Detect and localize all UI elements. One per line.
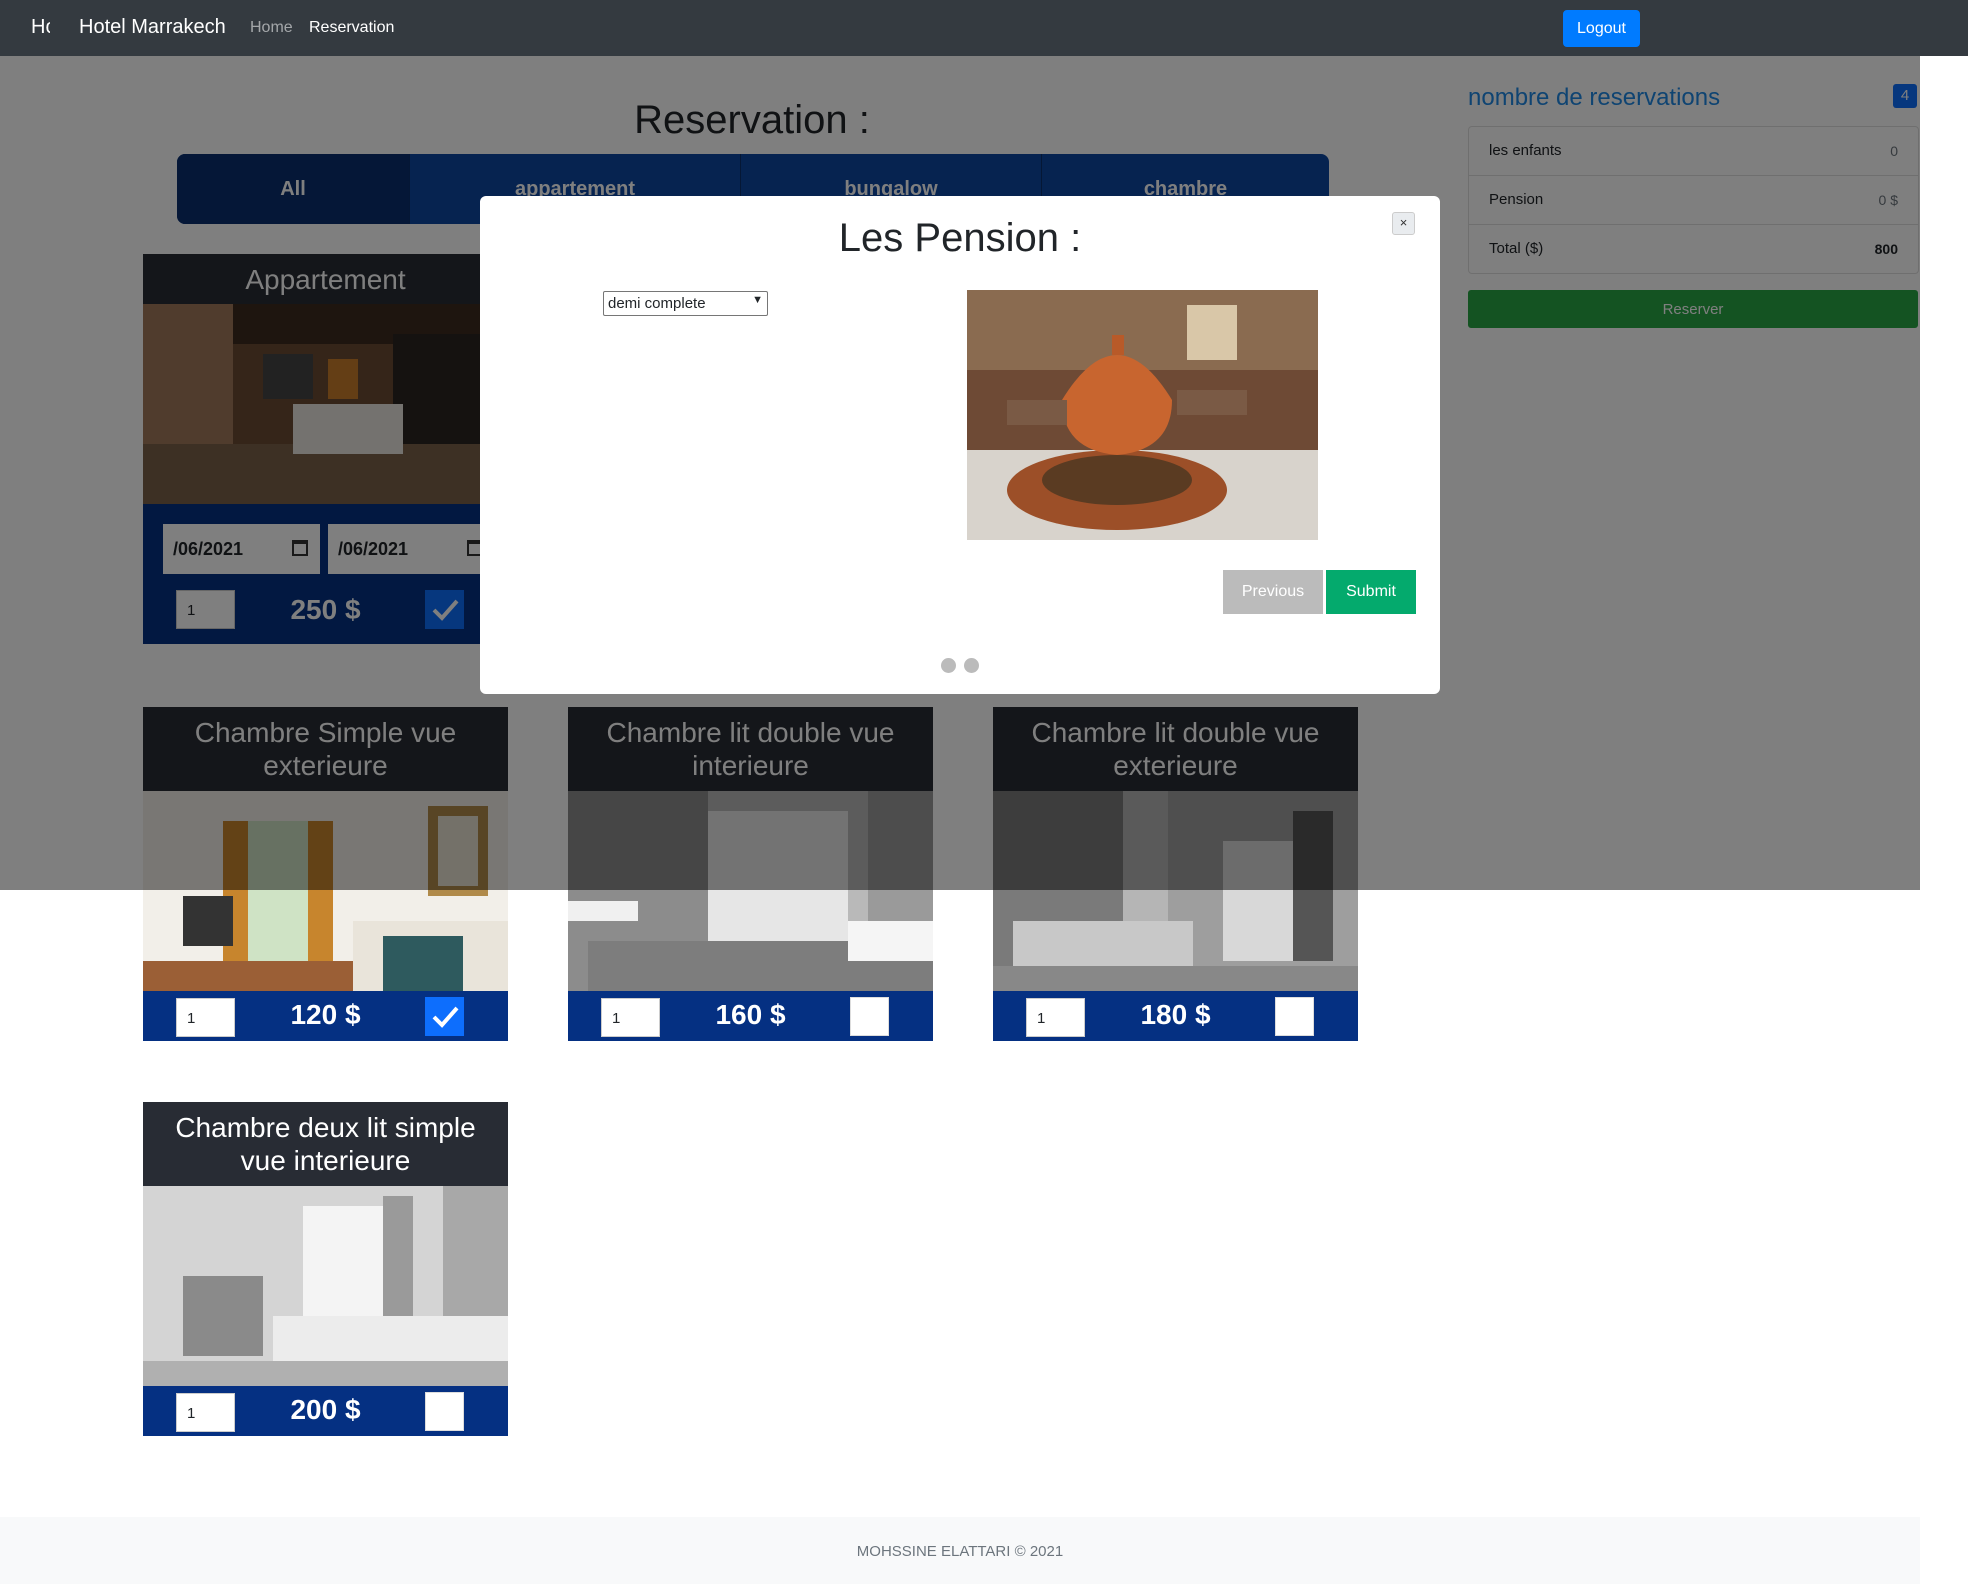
room-footer: 1 200 $ <box>143 1386 508 1436</box>
chevron-down-icon: ▼ <box>752 294 763 306</box>
select-checkbox[interactable] <box>425 1392 464 1431</box>
nav-link-reservation[interactable]: Reservation <box>309 19 394 37</box>
pension-modal: Les Pension : × demi complete ▼ Previous… <box>480 196 1440 694</box>
logout-button[interactable]: Logout <box>1563 10 1640 47</box>
close-icon[interactable]: × <box>1392 212 1415 235</box>
pension-select[interactable]: demi complete ▼ <box>603 291 768 316</box>
navbar-brand[interactable]: Hotel Marrakech <box>79 16 226 39</box>
previous-button[interactable]: Previous <box>1223 570 1323 614</box>
room-title: Chambre deux lit simple vue interieure <box>143 1102 508 1186</box>
step-indicator <box>964 658 979 673</box>
checkmark-icon <box>432 1006 459 1028</box>
modal-title: Les Pension : <box>838 216 1082 260</box>
navbar-logo[interactable]: Hotel Marrakech <box>31 16 50 39</box>
room-footer: 1 120 $ <box>143 991 508 1041</box>
pension-image <box>967 290 1318 540</box>
submit-button[interactable]: Submit <box>1326 570 1416 614</box>
room-footer: 1 180 $ <box>993 991 1358 1041</box>
nav-link-home[interactable]: Home <box>250 19 293 37</box>
pension-select-value: demi complete <box>608 295 706 312</box>
footer-text: MOHSSINE ELATTARI © 2021 <box>856 1543 1064 1560</box>
step-indicator <box>941 658 956 673</box>
select-checkbox[interactable] <box>850 997 889 1036</box>
room-footer: 1 160 $ <box>568 991 933 1041</box>
select-checkbox[interactable] <box>425 997 464 1036</box>
navbar: Hotel Marrakech Hotel Marrakech Home Res… <box>0 0 1968 56</box>
room-image <box>143 1186 508 1386</box>
footer: MOHSSINE ELATTARI © 2021 <box>0 1517 1920 1584</box>
select-checkbox[interactable] <box>1275 997 1314 1036</box>
room-card-chambre-deux-lits: Chambre deux lit simple vue interieure 1… <box>143 1102 508 1436</box>
